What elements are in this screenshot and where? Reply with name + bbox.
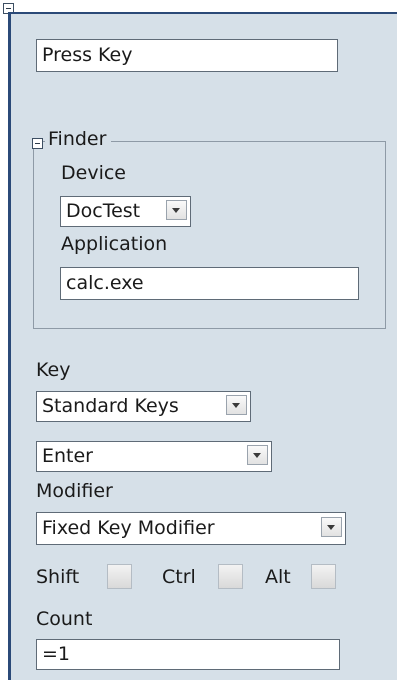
ctrl-checkbox[interactable] [218,564,243,589]
key-category-dropdown[interactable]: Standard Keys [36,391,251,422]
modifier-chevron-down-icon[interactable] [321,517,342,537]
finder-legend: Finder [45,127,112,151]
device-dropdown[interactable]: DocTest [60,196,191,227]
alt-label: Alt [265,566,291,588]
action-name-field[interactable]: Press Key [36,39,338,72]
key-category-chevron-down-icon[interactable] [226,395,247,415]
alt-checkbox[interactable] [311,564,336,589]
modifier-label: Modifier [36,480,113,502]
device-dropdown-chevron-down-icon[interactable] [166,200,187,220]
properties-panel: Press Key Finder Device DocTest Applicat… [8,12,397,680]
device-label: Device [61,162,126,184]
device-value: DocTest [66,200,141,222]
action-name-value: Press Key [42,44,133,66]
application-field[interactable]: calc.exe [60,267,359,300]
key-category-value: Standard Keys [42,395,179,417]
application-label: Application [61,233,168,255]
finder-collapse-icon[interactable] [32,138,43,149]
count-label: Count [36,608,93,630]
modifier-value: Fixed Key Modifier [42,517,215,539]
count-field[interactable]: =1 [36,639,340,670]
key-chevron-down-icon[interactable] [247,445,268,465]
key-dropdown[interactable]: Enter [36,441,272,472]
count-value: =1 [42,643,71,665]
key-value: Enter [42,445,93,467]
key-label: Key [36,359,71,381]
shift-checkbox[interactable] [107,564,132,589]
ctrl-label: Ctrl [162,566,196,588]
application-value: calc.exe [66,272,144,294]
modifier-dropdown[interactable]: Fixed Key Modifier [36,512,346,545]
shift-label: Shift [36,566,80,588]
